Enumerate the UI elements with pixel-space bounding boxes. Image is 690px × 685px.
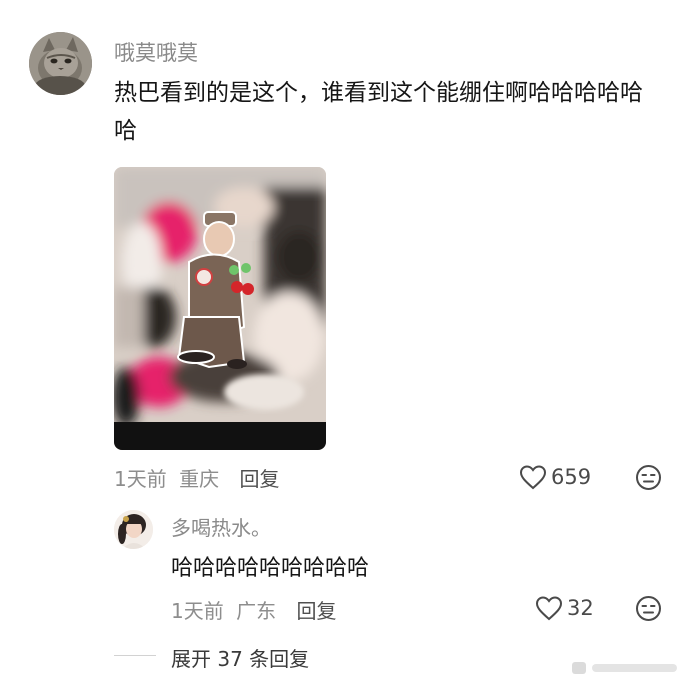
reply-time: 1天前 bbox=[171, 599, 224, 623]
dislike-button[interactable] bbox=[635, 464, 662, 495]
avatar[interactable] bbox=[29, 32, 92, 95]
reply-dislike-button[interactable] bbox=[635, 595, 662, 626]
comment-time: 1天前 bbox=[114, 467, 167, 491]
like-count: 659 bbox=[551, 465, 592, 489]
reply-like-count: 32 bbox=[567, 596, 594, 620]
expand-replies-button[interactable]: 展开 37 条回复 bbox=[171, 643, 309, 672]
reply-reply-button[interactable]: 回复 bbox=[296, 599, 336, 623]
comment-text: 热巴看到的是这个，谁看到这个能绷住啊哈哈哈哈哈哈 bbox=[114, 80, 643, 144]
reply-button[interactable]: 回复 bbox=[239, 467, 279, 491]
reply-location: 广东 bbox=[236, 599, 277, 623]
heart-outline-icon bbox=[519, 465, 547, 490]
comment-meta: 1天前 重庆 回复 bbox=[114, 463, 279, 492]
watermark-image bbox=[572, 662, 677, 674]
reply-username[interactable]: 多喝热水。 bbox=[171, 512, 271, 541]
expand-divider bbox=[114, 655, 156, 656]
comment-thread: 哦莫哦莫 热巴看到的是这个，谁看到这个能绷住啊哈哈哈哈哈哈 1天前 重庆 回复 … bbox=[0, 0, 690, 685]
reply-like-button[interactable]: 32 bbox=[535, 595, 594, 621]
comment-username[interactable]: 哦莫哦莫 bbox=[114, 37, 198, 67]
like-button[interactable]: 659 bbox=[519, 464, 591, 490]
reply-avatar[interactable] bbox=[114, 510, 153, 549]
comment-photo[interactable] bbox=[114, 167, 326, 450]
photo-image bbox=[114, 167, 326, 450]
neutral-face-icon bbox=[636, 596, 661, 621]
cat-avatar-image bbox=[29, 32, 92, 95]
heart-outline-icon bbox=[535, 596, 563, 621]
comment-location: 重庆 bbox=[179, 467, 220, 491]
reply-avatar-image bbox=[114, 510, 153, 549]
reply-text: 哈哈哈哈哈哈哈哈哈 bbox=[171, 556, 370, 581]
reply-meta: 1天前 广东 回复 bbox=[171, 595, 336, 624]
neutral-face-icon bbox=[636, 465, 661, 490]
